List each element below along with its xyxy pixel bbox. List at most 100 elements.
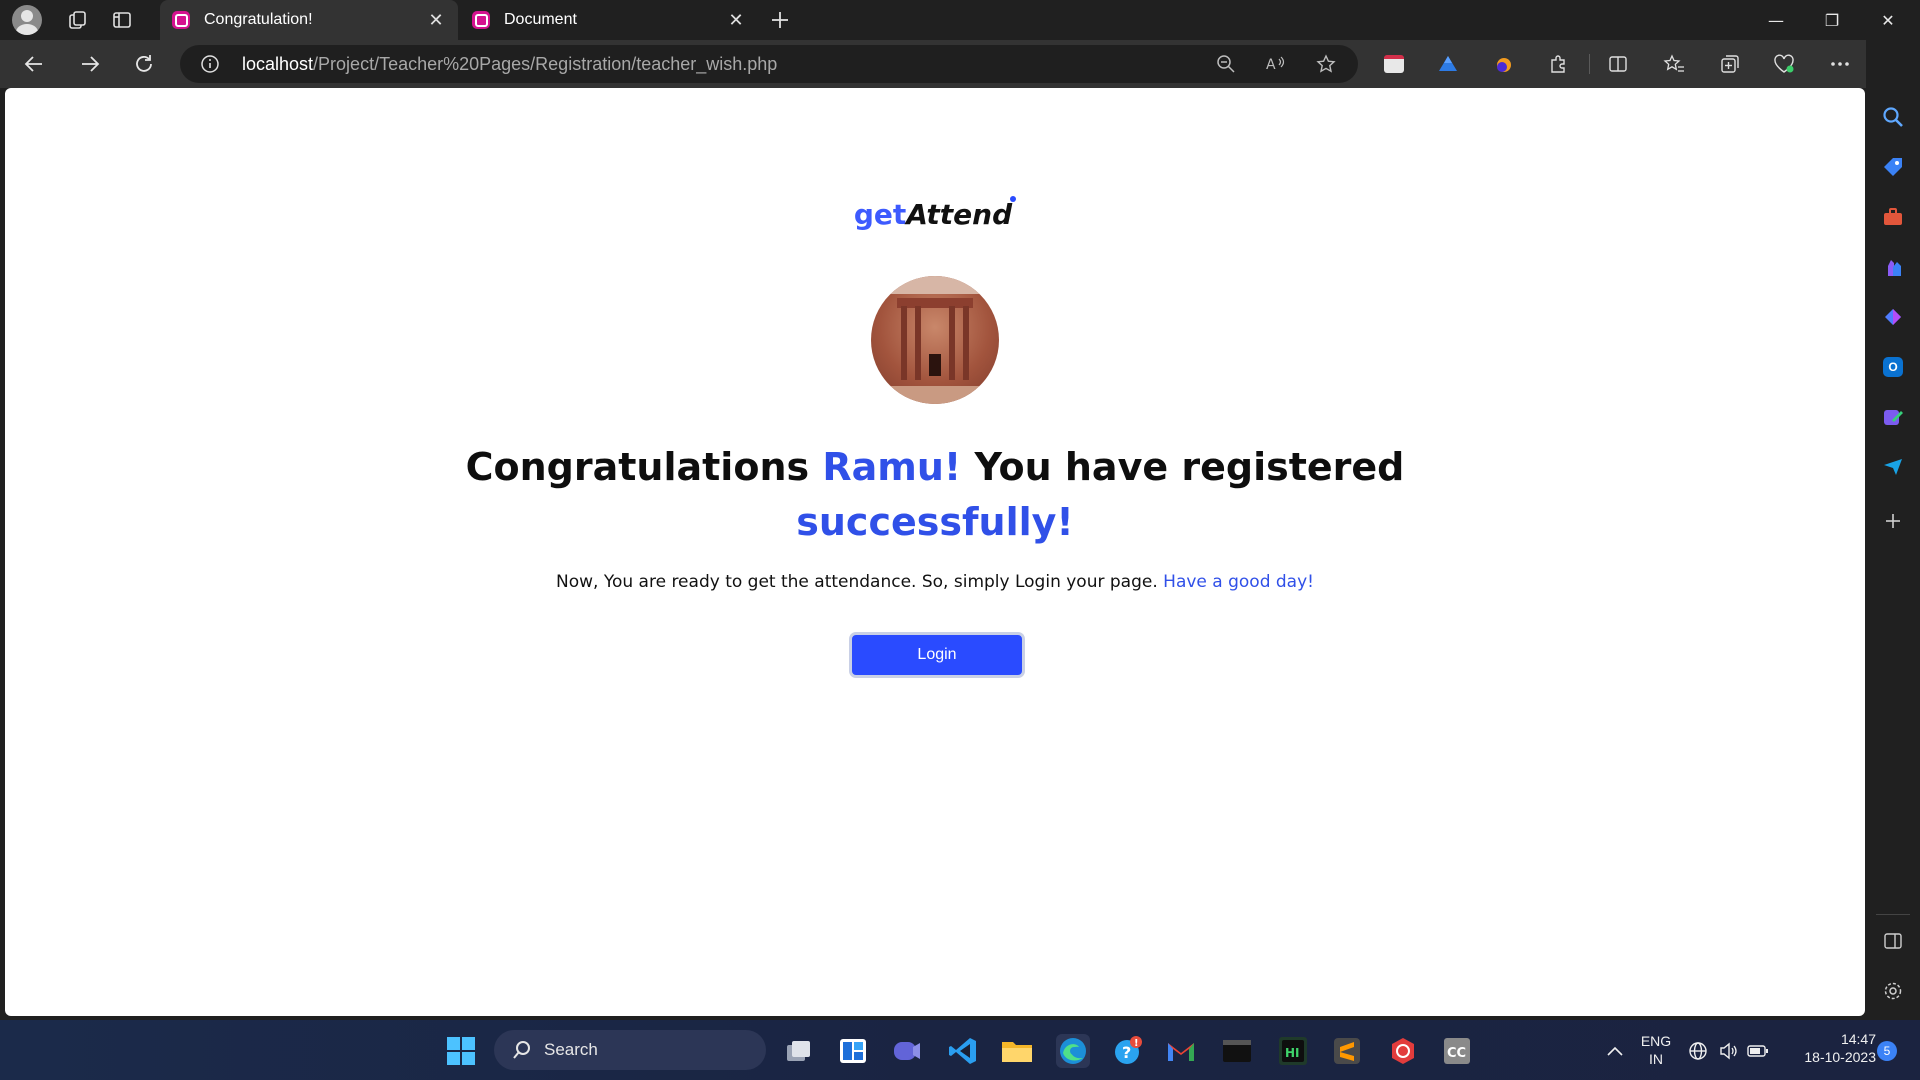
sidebar-shopping-tag-icon[interactable] <box>1878 152 1908 182</box>
browser-tab-strip: Congratulation! ✕ Document ✕ — ❐ ✕ <box>0 0 1920 40</box>
new-tab-button[interactable] <box>764 4 796 36</box>
taskbar-search-box[interactable]: Search <box>494 1030 766 1070</box>
brand-logo: getAttend <box>5 196 1865 231</box>
zoom-out-icon[interactable] <box>1212 50 1240 78</box>
wamp-favicon-icon <box>172 11 190 29</box>
hackerrank-icon[interactable]: HI <box>1276 1034 1310 1068</box>
svg-text:A: A <box>1266 57 1276 73</box>
network-globe-icon[interactable] <box>1686 1034 1710 1068</box>
login-button[interactable]: Login <box>849 632 1025 678</box>
forward-button[interactable] <box>72 48 108 80</box>
profile-photo <box>871 276 999 404</box>
toolbar-divider <box>1589 54 1590 74</box>
clock-time: 14:47 <box>1840 1031 1876 1047</box>
favorite-star-icon[interactable] <box>1312 50 1340 78</box>
refresh-button[interactable] <box>126 48 162 80</box>
gmail-icon[interactable] <box>1164 1034 1198 1068</box>
sublime-text-icon[interactable] <box>1330 1034 1364 1068</box>
widgets-icon[interactable] <box>836 1034 870 1068</box>
sidebar-hide-panel-icon[interactable] <box>1878 926 1908 956</box>
help-app-icon[interactable]: ?! <box>1110 1034 1144 1068</box>
extensions-puzzle-icon[interactable] <box>1544 50 1572 78</box>
terminal-icon[interactable] <box>1220 1034 1254 1068</box>
close-window-button[interactable]: ✕ <box>1860 0 1916 40</box>
heading-highlight: successfully! <box>796 500 1074 544</box>
language-line1: ENG <box>1640 1033 1672 1049</box>
sidebar-send-icon[interactable] <box>1878 452 1908 482</box>
search-icon <box>513 1041 530 1059</box>
pocket-extension-icon[interactable] <box>1380 50 1408 78</box>
teams-chat-icon[interactable] <box>890 1034 924 1068</box>
show-hidden-icons-chevron-up-icon[interactable] <box>1598 1034 1632 1068</box>
heading-prefix: Congratulations <box>465 445 823 489</box>
clock-date: 18-10-2023 <box>1804 1049 1876 1065</box>
vscode-icon[interactable] <box>946 1034 980 1068</box>
page-viewport: getAttend Congratulations Ramu! You have… <box>5 88 1865 1016</box>
sidebar-tools-icon[interactable] <box>1878 202 1908 232</box>
tab-congratulation[interactable]: Congratulation! ✕ <box>160 0 458 40</box>
workspaces-icon[interactable] <box>62 4 94 36</box>
split-screen-icon[interactable] <box>1604 50 1632 78</box>
brand-dot-icon <box>1010 196 1017 202</box>
more-options-icon[interactable] <box>1826 50 1854 78</box>
url-path: /Project/Teacher%20Pages/Registration/te… <box>313 54 778 74</box>
notification-badge[interactable]: 5 <box>1877 1041 1897 1061</box>
read-aloud-icon[interactable]: A <box>1262 50 1290 78</box>
edge-sidebar: O <box>1866 40 1920 1020</box>
heading-user-name: Ramu! <box>822 445 962 489</box>
collections-icon[interactable] <box>1716 50 1744 78</box>
extension-flame-icon[interactable] <box>1490 50 1518 78</box>
sidebar-add-icon[interactable] <box>1878 506 1908 536</box>
svg-text:HI: HI <box>1285 1046 1300 1060</box>
address-bar[interactable]: localhost/Project/Teacher%20Pages/Regist… <box>180 45 1358 83</box>
url-text: localhost/Project/Teacher%20Pages/Regist… <box>242 54 777 75</box>
sidebar-designer-icon[interactable] <box>1878 402 1908 432</box>
sidebar-divider <box>1876 914 1910 915</box>
search-label: Search <box>544 1040 598 1059</box>
sidebar-outlook-icon[interactable]: O <box>1878 352 1908 382</box>
closed-captions-app-icon[interactable]: CC <box>1440 1034 1474 1068</box>
battery-icon[interactable] <box>1746 1034 1770 1068</box>
info-message: Now, You are ready to get the attendance… <box>5 572 1865 592</box>
sidebar-copilot-app-icon[interactable] <box>1878 302 1908 332</box>
clock[interactable]: 14:47 18-10-2023 <box>1786 1030 1876 1066</box>
browser-toolbar: localhost/Project/Teacher%20Pages/Regist… <box>0 40 1920 88</box>
windows-taskbar: Search ?! HI CC ENG IN 14:47 18-10-2023 … <box>0 1020 1920 1080</box>
svg-text:!: ! <box>1134 1038 1139 1049</box>
language-indicator[interactable]: ENG IN <box>1630 1032 1682 1068</box>
language-line2: IN <box>1649 1051 1663 1067</box>
favorites-icon[interactable] <box>1660 50 1688 78</box>
info-main: Now, You are ready to get the attendance… <box>556 572 1164 592</box>
file-explorer-icon[interactable] <box>1000 1034 1034 1068</box>
restore-button[interactable]: ❐ <box>1804 0 1860 40</box>
info-highlight: Have a good day! <box>1163 572 1314 592</box>
congratulation-heading: Congratulations Ramu! You have registere… <box>435 440 1435 550</box>
minimize-button[interactable]: — <box>1748 0 1804 40</box>
sidebar-search-icon[interactable] <box>1878 102 1908 132</box>
tab-title: Document <box>504 11 577 28</box>
wamp-favicon-icon <box>472 11 490 29</box>
tab-title: Congratulation! <box>204 11 313 28</box>
sidebar-settings-gear-icon[interactable] <box>1878 976 1908 1006</box>
profile-avatar[interactable] <box>12 5 42 35</box>
brand-get: get <box>853 198 907 231</box>
start-windows-icon[interactable] <box>444 1034 478 1068</box>
browser-essentials-icon[interactable] <box>1770 50 1798 78</box>
site-info-icon[interactable] <box>200 54 220 78</box>
svg-text:CC: CC <box>1447 1046 1466 1061</box>
volume-speaker-icon[interactable] <box>1716 1034 1740 1068</box>
drive-extension-icon[interactable] <box>1434 50 1462 78</box>
heading-middle: You have registered <box>961 445 1405 489</box>
svg-text:?: ? <box>1122 1043 1131 1062</box>
sidebar-games-icon[interactable] <box>1878 252 1908 282</box>
back-button[interactable] <box>16 48 52 80</box>
brand-attend: Attend <box>906 198 1013 231</box>
tab-document[interactable]: Document ✕ <box>460 0 758 40</box>
vertical-tabs-icon[interactable] <box>106 4 138 36</box>
task-view-icon[interactable] <box>782 1034 816 1068</box>
close-tab-icon[interactable]: ✕ <box>726 10 746 31</box>
edge-browser-icon[interactable] <box>1056 1034 1090 1068</box>
url-host: localhost <box>242 54 314 74</box>
creative-cloud-icon[interactable] <box>1386 1034 1420 1068</box>
close-tab-icon[interactable]: ✕ <box>426 10 446 31</box>
